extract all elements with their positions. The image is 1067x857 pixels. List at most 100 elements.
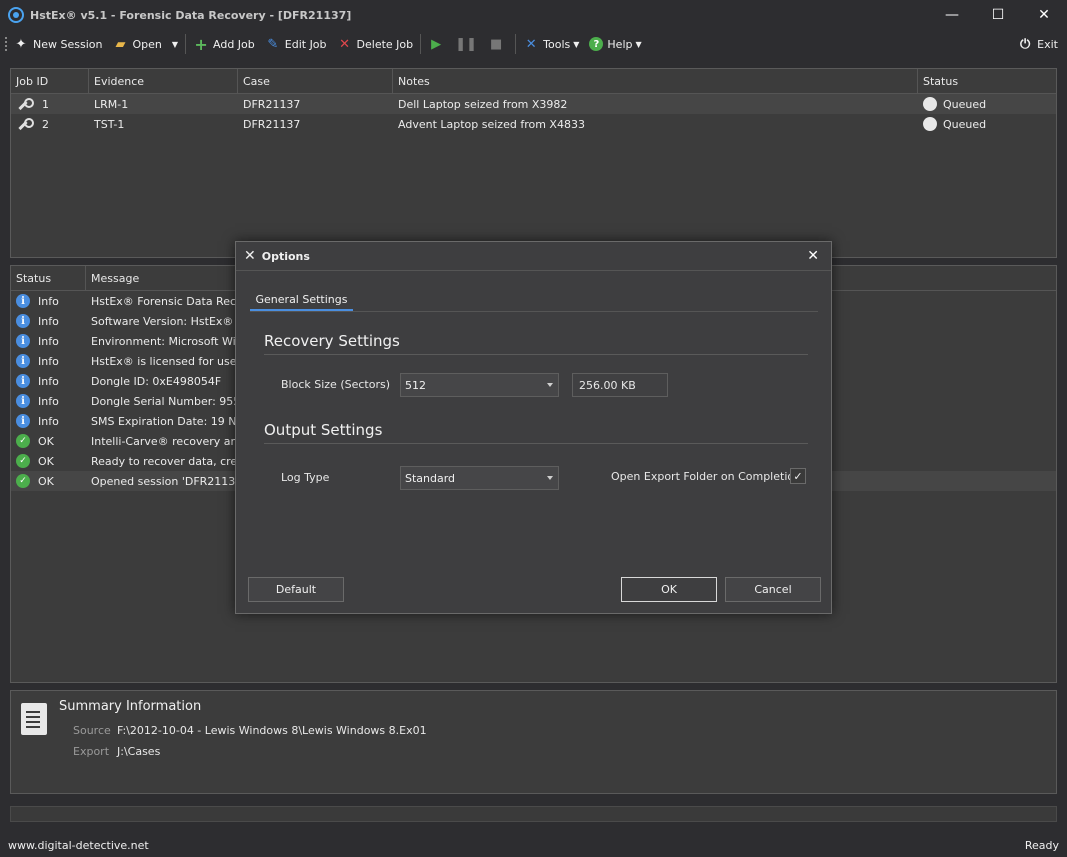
open-export-folder-checkbox[interactable]: ✓ <box>790 468 806 484</box>
case-cell: DFR21137 <box>243 117 301 131</box>
job-id-text: 1 <box>42 97 49 111</box>
ok-button[interactable]: OK <box>621 577 717 602</box>
title-bar: HstEx® v5.1 - Forensic Data Recovery - [… <box>0 0 1067 30</box>
dialog-close-button[interactable]: ✕ <box>807 248 819 264</box>
log-type-label: Log Type <box>281 471 330 484</box>
power-icon: ⏻ <box>1020 36 1031 52</box>
stop-icon: ■ <box>489 36 503 52</box>
new-session-button[interactable]: ✦ New Session <box>8 32 107 56</box>
column-header-job-id[interactable]: Job ID <box>11 69 89 93</box>
job-id-cell: 1 <box>11 98 89 111</box>
log-status-cell: i Info <box>11 414 86 428</box>
column-header-notes[interactable]: Notes <box>393 69 918 93</box>
cancel-button[interactable]: Cancel <box>725 577 821 602</box>
info-icon: i <box>16 374 30 388</box>
delete-job-label: Delete Job <box>356 37 414 51</box>
tools-icon: ✕ <box>244 248 256 264</box>
source-label: Source <box>73 724 111 737</box>
open-export-folder-label: Open Export Folder on Completion <box>611 470 802 483</box>
window-controls: — ☐ ✕ <box>929 0 1067 30</box>
summary-title: Summary Information <box>59 699 202 714</box>
info-icon: i <box>16 294 30 308</box>
dialog-title-bar[interactable]: ✕ Options <box>236 242 831 271</box>
minimize-button[interactable]: — <box>929 0 975 30</box>
toolbar-separator <box>420 34 422 54</box>
status-bar: www.digital-detective.net Ready <box>0 834 1067 857</box>
exit-button[interactable]: ⏻ Exit <box>1012 32 1063 56</box>
export-label: Export <box>73 745 110 758</box>
help-menu[interactable]: ? Help ▼ <box>584 32 646 56</box>
toolbar: ✦ New Session ▰ Open ▼ + Add Job ✎ Edit … <box>0 30 1067 58</box>
evidence-cell: TST-1 <box>94 117 125 131</box>
log-status-cell: i Info <box>11 374 86 388</box>
export-value: J:\Cases <box>117 745 161 758</box>
status-cell: Queued <box>918 117 1056 131</box>
info-icon: i <box>16 334 30 348</box>
status-text: Ready <box>1024 839 1059 852</box>
open-button[interactable]: ▰ Open ▼ <box>107 32 183 56</box>
info-icon: i <box>16 354 30 368</box>
column-header-status[interactable]: Status <box>11 266 86 290</box>
log-status-text: Info <box>38 354 59 368</box>
window-title: HstEx® v5.1 - Forensic Data Recovery - [… <box>30 8 352 22</box>
pause-button[interactable]: ❚❚ <box>453 32 483 56</box>
edit-job-button[interactable]: ✎ Edit Job <box>260 32 332 56</box>
block-size-select[interactable]: 512 <box>400 373 559 397</box>
block-size-readout: 256.00 KB <box>572 373 668 397</box>
info-icon: i <box>16 394 30 408</box>
close-button[interactable]: ✕ <box>1021 0 1067 30</box>
block-size-label: Block Size (Sectors) <box>281 378 391 391</box>
default-button[interactable]: Default <box>248 577 344 602</box>
check-circle-icon: ✓ <box>16 454 30 468</box>
column-header-evidence[interactable]: Evidence <box>89 69 238 93</box>
play-button[interactable]: ▶ <box>423 32 453 56</box>
log-status-cell: i Info <box>11 334 86 348</box>
new-session-icon: ✦ <box>15 36 27 52</box>
document-icon <box>21 703 47 735</box>
plus-icon: + <box>194 34 208 54</box>
stop-button[interactable]: ■ <box>483 32 513 56</box>
table-row[interactable]: 2 TST-1 DFR21137 Advent Laptop seized fr… <box>11 114 1056 134</box>
help-label: Help <box>607 37 633 51</box>
evidence-cell: LRM-1 <box>94 97 129 111</box>
check-circle-icon: ✓ <box>16 434 30 448</box>
website-link[interactable]: www.digital-detective.net <box>8 839 149 852</box>
toolbar-separator <box>515 34 517 54</box>
folder-icon: ▰ <box>115 36 126 52</box>
tab-general-settings[interactable]: General Settings <box>250 289 353 311</box>
tools-icon: ✕ <box>525 36 537 52</box>
column-header-status[interactable]: Status <box>918 69 1056 93</box>
job-id-text: 2 <box>42 117 49 131</box>
log-status-cell: i Info <box>11 314 86 328</box>
recovery-settings-heading: Recovery Settings <box>264 332 400 350</box>
chevron-down-icon: ▼ <box>573 39 580 49</box>
tools-menu[interactable]: ✕ Tools ▼ <box>518 32 584 56</box>
dialog-title: Options <box>261 249 310 263</box>
maximize-button[interactable]: ☐ <box>975 0 1021 30</box>
log-status-text: Info <box>38 334 59 348</box>
delete-job-button[interactable]: ✕ Delete Job <box>332 32 419 56</box>
log-status-cell: i Info <box>11 354 86 368</box>
log-status-text: Info <box>38 374 59 388</box>
toolbar-separator <box>185 34 187 54</box>
jobs-grid-header: Job ID Evidence Case Notes Status <box>11 69 1056 94</box>
info-icon: i <box>16 314 30 328</box>
status-dot-icon <box>923 117 937 131</box>
log-status-cell: ✓ OK <box>11 434 86 448</box>
new-session-label: New Session <box>33 37 103 51</box>
open-label: Open <box>132 37 162 51</box>
table-row[interactable]: 1 LRM-1 DFR21137 Dell Laptop seized from… <box>11 94 1056 114</box>
section-divider <box>264 354 808 355</box>
log-status-cell: ✓ OK <box>11 454 86 468</box>
column-header-case[interactable]: Case <box>238 69 393 93</box>
log-type-select[interactable]: Standard <box>400 466 559 490</box>
edit-job-label: Edit Job <box>284 37 327 51</box>
log-status-text: Info <box>38 314 59 328</box>
notes-cell: Advent Laptop seized from X4833 <box>398 117 585 131</box>
job-id-cell: 2 <box>11 118 89 131</box>
check-circle-icon: ✓ <box>16 474 30 488</box>
chevron-down-icon[interactable]: ▼ <box>172 40 178 49</box>
pencil-icon: ✎ <box>267 36 279 52</box>
add-job-button[interactable]: + Add Job <box>188 32 260 56</box>
tab-divider <box>250 311 818 312</box>
